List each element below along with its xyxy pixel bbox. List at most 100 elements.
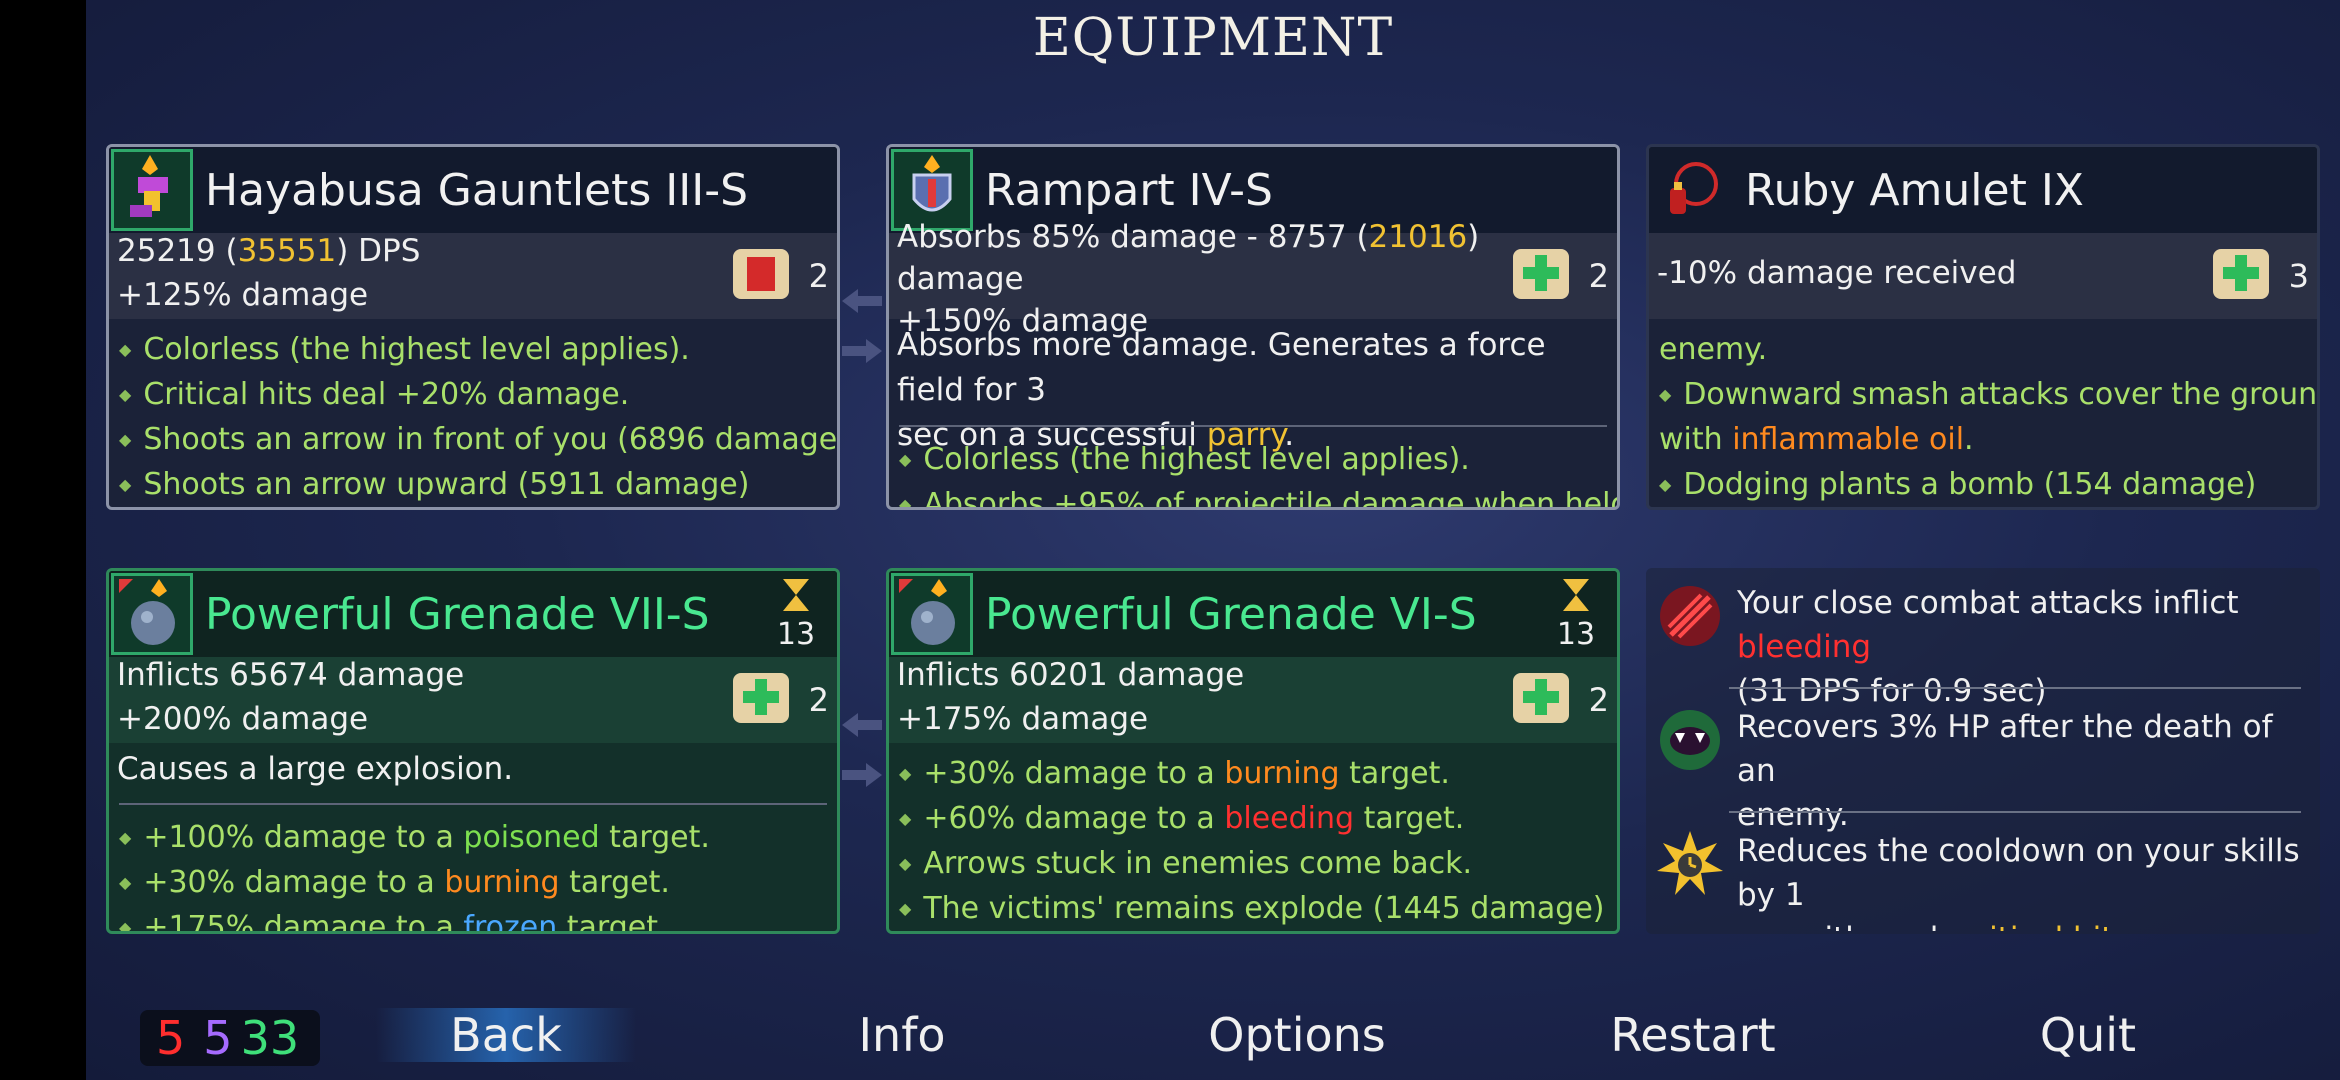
effect-line-continued: with inflammable oil. xyxy=(1659,422,1974,457)
item-card-rampart[interactable]: Rampart IV-S Absorbs 85% damage - 8757 (… xyxy=(886,144,1620,510)
item-card-amulet[interactable]: Ruby Amulet IX -10% damage received 3 en… xyxy=(1646,144,2320,510)
effect-line: enemy. xyxy=(1659,332,1768,367)
mutation-text: Your close combat attacks inflict bleedi… xyxy=(1737,585,2239,709)
effect-line: Colorless (the highest level applies). xyxy=(899,437,1607,482)
survival-count: 33 xyxy=(240,1011,300,1065)
damage-stat: Inflicts 65674 damage xyxy=(117,657,465,693)
swap-arrow-left-icon xyxy=(842,713,882,737)
scroll-count: 2 xyxy=(808,257,829,295)
item-description: Causes a large explosion. xyxy=(117,751,514,787)
survival-scroll-icon xyxy=(1507,239,1577,309)
item-effects: Colorless (the highest level applies). C… xyxy=(119,327,837,507)
effect-line: The victims' remains explode (1445 damag… xyxy=(899,886,1607,931)
back-button[interactable]: Back xyxy=(376,1008,636,1062)
effect-line: Critical hits deal +20% damage. xyxy=(119,372,827,417)
bleeding-mutation-icon xyxy=(1660,586,1720,646)
hourglass-icon xyxy=(1563,579,1589,611)
effect-line: Absorbs +95% of projectile damage when h… xyxy=(899,482,1617,507)
effect-line: Downward smash attacks cover the ground xyxy=(1659,372,2317,417)
item-name: Rampart IV-S xyxy=(985,164,1273,216)
mutation-cooldown-crit[interactable]: Reduces the cooldown on your skills by 1… xyxy=(1655,829,2311,931)
scroll-count: 2 xyxy=(1588,681,1609,719)
mutations-panel: Your close combat attacks inflict bleedi… xyxy=(1646,568,2320,934)
fanged-mouth-mutation-icon xyxy=(1660,710,1720,770)
hourglass-icon xyxy=(783,579,809,611)
mutation-recover-hp[interactable]: Recovers 3% HP after the death of an ene… xyxy=(1655,705,2311,837)
effect-line: Arrows stuck in enemies come back. xyxy=(899,841,1607,886)
item-stats: Absorbs 85% damage - 8757 (21016) damage… xyxy=(889,219,1617,339)
item-name: Powerful Grenade VII-S xyxy=(205,588,710,640)
damage-bonus-stat: +200% damage xyxy=(117,701,369,737)
damage-bonus-stat: +175% damage xyxy=(897,701,1149,737)
divider xyxy=(119,803,827,805)
quit-button[interactable]: Quit xyxy=(1958,1008,2218,1062)
cooldown-value: 13 xyxy=(1556,617,1596,652)
damage-stat: Inflicts 60201 damage xyxy=(897,657,1245,693)
dps-stat: 25219 (35551) DPS xyxy=(117,233,421,269)
screen-title: EQUIPMENT xyxy=(1032,8,1394,68)
absorb-stat: Absorbs 85% damage - 8757 (21016) xyxy=(897,219,1480,255)
survival-scroll-icon xyxy=(1507,663,1577,733)
scroll-count: 3 xyxy=(2288,257,2309,295)
damage-stat: +125% damage xyxy=(117,277,369,313)
swap-arrow-left-icon xyxy=(842,289,882,313)
item-name: Hayabusa Gauntlets III-S xyxy=(205,164,749,216)
scroll-stats: 5 5 33 xyxy=(140,1010,320,1066)
bottom-menu: 5 5 33 Back Info Options Restart Quit xyxy=(86,990,2340,1080)
item-card-gauntlets[interactable]: Hayabusa Gauntlets III-S 25219 (35551) D… xyxy=(106,144,840,510)
tactics-count: 5 xyxy=(203,1011,233,1065)
item-header: Powerful Grenade VI-S 13 xyxy=(889,571,1617,657)
gauntlets-icon xyxy=(111,149,193,231)
mutation-text: Recovers 3% HP after the death of an ene… xyxy=(1737,709,2273,833)
effect-line: +60% damage to a bleeding target. xyxy=(899,796,1607,841)
damage-received-stat: -10% damage received xyxy=(1657,255,2017,291)
amulet-icon xyxy=(1651,149,1733,231)
brutality-scroll-icon xyxy=(727,239,797,309)
survival-scroll-icon xyxy=(2207,239,2277,309)
item-card-grenade-vii[interactable]: Powerful Grenade VII-S 13 Inflicts 65674… xyxy=(106,568,840,934)
scroll-count: 2 xyxy=(808,681,829,719)
mutation-bleeding[interactable]: Your close combat attacks inflict bleedi… xyxy=(1655,581,2311,713)
effect-line: Shoots an arrow in front of you (6896 da… xyxy=(119,417,837,462)
cooldown-timer: 13 xyxy=(771,577,821,652)
effect-line: Dodging plants a bomb (154 damage) xyxy=(1659,462,2307,507)
effect-line: +175% damage to a frozen target. xyxy=(119,905,827,931)
divider xyxy=(1729,687,2301,689)
grenade-icon xyxy=(891,573,973,655)
divider xyxy=(899,425,1607,427)
effect-line: +30% damage to a burning target. xyxy=(119,860,827,905)
grenade-icon xyxy=(111,573,193,655)
swap-arrow-right-icon xyxy=(842,339,882,363)
item-effects: +30% damage to a burning target. +60% da… xyxy=(899,751,1607,931)
equipment-screen: EQUIPMENT Hayabusa Gauntlets III-S 25219… xyxy=(86,0,2340,1080)
effect-line: +30% damage to a burning target. xyxy=(899,751,1607,796)
swap-arrow-right-icon xyxy=(842,763,882,787)
scroll-count: 2 xyxy=(1588,257,1609,295)
cooldown-value: 13 xyxy=(776,617,816,652)
cooldown-timer: 13 xyxy=(1551,577,1601,652)
item-stats: Inflicts 60201 damage +175% damage 2 xyxy=(889,657,1617,743)
item-stats: 25219 (35551) DPS +125% damage 2 xyxy=(109,233,837,319)
divider xyxy=(1729,811,2301,813)
item-effects: enemy. Downward smash attacks cover the … xyxy=(1659,327,2317,507)
survival-scroll-icon xyxy=(727,663,797,733)
item-stats: -10% damage received 3 xyxy=(1649,233,2317,319)
item-effects: +100% damage to a poisoned target. +30% … xyxy=(119,815,827,931)
clock-burst-mutation-icon xyxy=(1657,831,1723,895)
options-button[interactable]: Options xyxy=(1167,1008,1427,1062)
brutality-count: 5 xyxy=(156,1011,186,1065)
item-header: Hayabusa Gauntlets III-S xyxy=(109,147,837,233)
item-name: Powerful Grenade VI-S xyxy=(985,588,1477,640)
effect-line: Shoots an arrow upward (5911 damage) xyxy=(119,462,827,507)
item-stats: Inflicts 65674 damage +200% damage 2 xyxy=(109,657,837,743)
mutation-text: Reduces the cooldown on your skills by 1… xyxy=(1737,833,2300,931)
item-name: Ruby Amulet IX xyxy=(1745,164,2084,216)
item-effects: Colorless (the highest level applies). A… xyxy=(899,437,1617,507)
damage-stat-label: damage xyxy=(897,261,1024,297)
item-header: Ruby Amulet IX xyxy=(1649,147,2317,233)
item-header: Powerful Grenade VII-S 13 xyxy=(109,571,837,657)
info-button[interactable]: Info xyxy=(772,1008,1032,1062)
item-card-grenade-vi[interactable]: Powerful Grenade VI-S 13 Inflicts 60201 … xyxy=(886,568,1620,934)
restart-button[interactable]: Restart xyxy=(1563,1008,1823,1062)
effect-line: Colorless (the highest level applies). xyxy=(119,327,827,372)
